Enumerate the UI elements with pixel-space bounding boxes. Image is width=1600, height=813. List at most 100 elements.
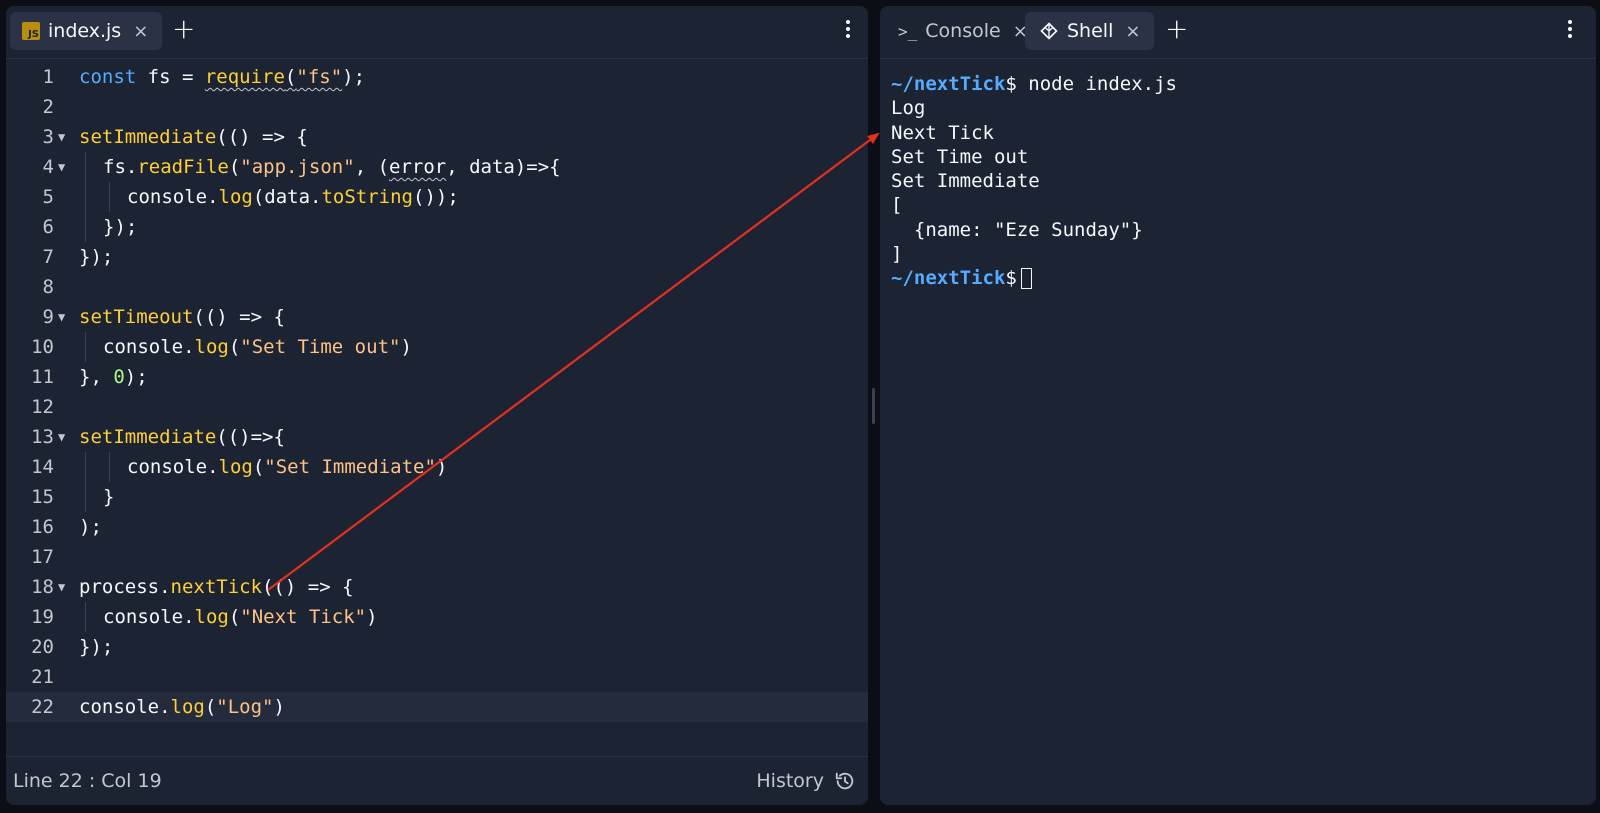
close-tab-icon[interactable]: × bbox=[133, 21, 148, 42]
code-token: ( bbox=[228, 156, 241, 178]
indent-guide bbox=[85, 332, 86, 362]
pane-resize-handle[interactable] bbox=[872, 388, 875, 424]
code-line: 12 bbox=[6, 392, 868, 422]
code-token: fs. bbox=[103, 156, 138, 178]
terminal-line: ] bbox=[891, 243, 903, 266]
code-token: "fs" bbox=[296, 66, 343, 88]
line-number: 21 bbox=[31, 666, 54, 688]
line-number: 3 bbox=[42, 126, 54, 148]
code-editor[interactable]: 1 const fs = require("fs"); 2 3 ▼ setImmedi… bbox=[6, 62, 868, 722]
code-text: console.log("Log") bbox=[79, 692, 285, 722]
code-line: 15} bbox=[6, 482, 868, 512]
code-text: setImmediate(()=>{ bbox=[79, 422, 285, 452]
code-text: const fs = require("fs"); bbox=[79, 62, 365, 92]
terminal-line: Set Time out bbox=[891, 145, 1029, 168]
code-text: fs.readFile("app.json", (error, data)=>{ bbox=[103, 152, 561, 182]
line-number: 11 bbox=[31, 366, 54, 388]
code-token: ); bbox=[342, 66, 366, 88]
code-token: }); bbox=[79, 636, 114, 658]
fold-toggle-icon[interactable]: ▼ bbox=[58, 422, 65, 452]
tab-shell[interactable]: Shell × bbox=[1025, 12, 1155, 50]
code-line: 13 ▼ setImmediate(()=>{ bbox=[6, 422, 868, 452]
editor-status-bar: Line 22 : Col 19 History bbox=[6, 756, 868, 805]
tab-console[interactable]: >_ Console × bbox=[884, 12, 1038, 50]
history-icon bbox=[835, 772, 854, 790]
terminal-line: Set Immediate bbox=[891, 170, 1040, 193]
code-line: 17 bbox=[6, 542, 868, 572]
indent-guide bbox=[109, 182, 110, 212]
code-token: setImmediate bbox=[79, 126, 217, 148]
code-token: (() => { bbox=[216, 126, 308, 148]
code-token: readFile bbox=[137, 156, 229, 178]
line-number: 17 bbox=[31, 546, 54, 568]
more-options-icon[interactable] bbox=[846, 20, 850, 41]
line-number: 2 bbox=[42, 96, 54, 118]
line-number: 4 bbox=[42, 156, 54, 178]
code-token: ( bbox=[204, 696, 217, 718]
code-text: setTimeout(() => { bbox=[79, 302, 285, 332]
line-number: 9 bbox=[42, 306, 54, 328]
code-token: console. bbox=[103, 606, 195, 628]
indent-guide bbox=[85, 602, 86, 632]
terminal-line: [ bbox=[891, 194, 903, 217]
fold-toggle-icon[interactable]: ▼ bbox=[58, 572, 65, 602]
terminal-cursor bbox=[1020, 268, 1032, 290]
code-token: console. bbox=[127, 186, 219, 208]
fold-toggle-icon[interactable]: ▼ bbox=[58, 122, 65, 152]
code-token: "Log" bbox=[216, 696, 274, 718]
code-token: error bbox=[389, 156, 447, 178]
code-token: ) bbox=[400, 336, 412, 358]
fold-toggle-icon[interactable]: ▼ bbox=[58, 152, 65, 182]
code-token: require bbox=[204, 66, 285, 88]
code-line: 6}); bbox=[6, 212, 868, 242]
terminal-command-line: ~/nextTick$ node index.js bbox=[891, 72, 1177, 96]
code-token: , data)=>{ bbox=[446, 156, 561, 178]
code-token: log bbox=[194, 606, 229, 628]
terminal-prompt-line: ~/nextTick$ bbox=[891, 266, 1177, 290]
code-token: ) bbox=[273, 696, 285, 718]
line-number: 6 bbox=[42, 216, 54, 238]
code-token: ) bbox=[366, 606, 378, 628]
code-line: 18 ▼ process.nextTick(() => { bbox=[6, 572, 868, 602]
history-label: History bbox=[756, 770, 824, 792]
fold-toggle-icon[interactable]: ▼ bbox=[58, 302, 65, 332]
code-token: } bbox=[103, 486, 115, 508]
indent-guide bbox=[85, 452, 86, 482]
code-line: 1 const fs = require("fs"); bbox=[6, 62, 868, 92]
code-token: console. bbox=[127, 456, 219, 478]
code-token: console. bbox=[79, 696, 171, 718]
code-token: toString bbox=[321, 186, 413, 208]
line-number: 1 bbox=[42, 66, 54, 88]
code-token: setTimeout bbox=[79, 306, 194, 328]
line-number: 5 bbox=[42, 186, 54, 208]
code-line: 14 console.log("Set Immediate") bbox=[6, 452, 868, 482]
line-number: 22 bbox=[31, 696, 54, 718]
shell-pane: >_ Console × Shell × + ~/nextTick$ node … bbox=[880, 6, 1596, 805]
tab-index-js[interactable]: JS index.js × bbox=[10, 12, 163, 50]
terminal-line: {name: "Eze Sunday"} bbox=[891, 218, 1143, 241]
new-tab-button[interactable]: + bbox=[1165, 14, 1188, 44]
code-text: ); bbox=[79, 512, 102, 542]
code-text: console.log(data.toString()); bbox=[127, 182, 459, 212]
code-line: 19 console.log("Next Tick") bbox=[6, 602, 868, 632]
code-token: $ bbox=[1005, 73, 1017, 95]
code-token: log bbox=[218, 456, 253, 478]
code-token: , ( bbox=[354, 156, 390, 178]
line-number: 16 bbox=[31, 516, 54, 538]
close-tab-icon[interactable]: × bbox=[1125, 21, 1140, 42]
code-line: 8 bbox=[6, 272, 868, 302]
history-button[interactable]: History bbox=[756, 770, 856, 792]
tab-label: Console bbox=[925, 20, 1001, 42]
new-tab-button[interactable]: + bbox=[172, 14, 195, 44]
code-token: const bbox=[79, 66, 137, 88]
code-line-active: 22 console.log("Log") bbox=[6, 692, 868, 722]
more-options-icon[interactable] bbox=[1568, 20, 1572, 41]
code-token: ()); bbox=[413, 186, 459, 208]
code-text: } bbox=[103, 482, 114, 512]
code-line: 21 bbox=[6, 662, 868, 692]
indent-guide bbox=[109, 452, 110, 482]
terminal-line: Log bbox=[891, 97, 926, 120]
terminal-output[interactable]: ~/nextTick$ node index.js Log Next Tick … bbox=[891, 72, 1177, 291]
line-number: 20 bbox=[31, 636, 54, 658]
code-token: "Next Tick" bbox=[240, 606, 367, 628]
